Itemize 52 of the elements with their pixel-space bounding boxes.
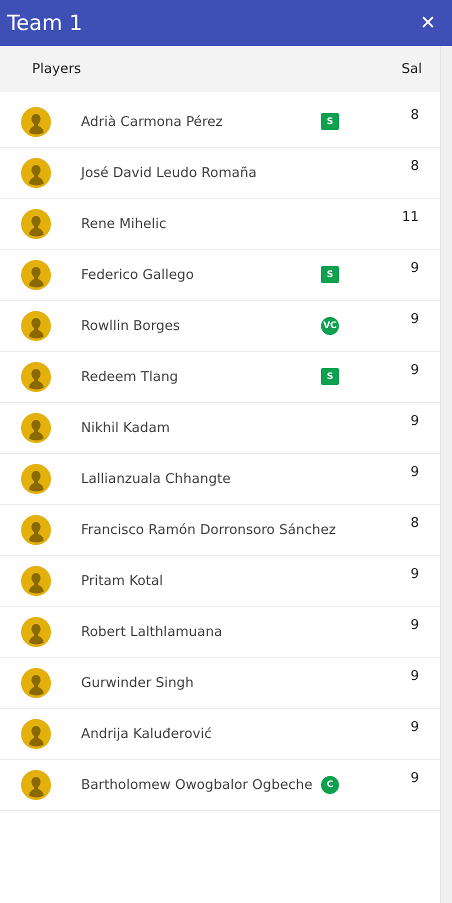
captain-badge: C [321,776,339,794]
player-name: Redeem Tlang [81,369,178,385]
player-name: Rene Mihelic [81,216,166,232]
salary-value: 9 [410,311,420,327]
avatar-icon [21,770,51,800]
avatar-icon [21,209,51,239]
salary-value: 8 [410,515,420,531]
player-name: Nikhil Kadam [81,420,170,436]
player-name: Andrija Kaluđerović [81,726,212,742]
column-label: Sal [401,61,422,77]
player-name: Pritam Kotal [81,573,163,589]
avatar-icon [21,566,51,596]
window-title: Team 1 [7,11,83,35]
salary-value: 8 [410,158,420,174]
close-button[interactable]: ✕ [420,11,436,35]
salary-value: 9 [410,413,420,429]
player-name: Francisco Ramón Dorronsoro Sánchez [81,522,336,538]
salary-value: 9 [410,668,420,684]
avatar-icon [21,107,51,137]
salary-value: 9 [410,566,420,582]
salary-value: 9 [410,464,420,480]
player-name: Bartholomew Owogbalor Ogbeche [81,777,313,793]
salary-value: 9 [410,617,420,633]
salary-value: 9 [410,770,420,786]
player-name: Robert Lalthlamuana [81,624,222,640]
role-badge: S [321,368,339,385]
player-name: José David Leudo Romaña [81,165,257,181]
avatar-icon [21,719,51,749]
role-badge: S [321,266,339,283]
avatar-icon [21,413,51,443]
avatar-icon [21,668,51,698]
avatar-icon [21,515,51,545]
role-badge: S [321,113,339,130]
avatar-icon [21,617,51,647]
avatar-icon [21,311,51,341]
player-name: Rowllin Borges [81,318,180,334]
avatar-icon [21,260,51,290]
player-name: Lallianzuala Chhangte [81,471,231,487]
player-name: Gurwinder Singh [81,675,194,691]
player-name: Federico Gallego [81,267,194,283]
salary-value: 9 [410,260,420,276]
captain-badge: VC [321,317,339,335]
avatar-icon [21,362,51,392]
salary-value: 9 [410,719,420,735]
column-label: Players [32,61,82,77]
avatar-icon [21,464,51,494]
salary-value: 9 [410,362,420,378]
salary-value: 8 [410,107,420,123]
scrollbar[interactable] [440,46,452,903]
avatar-icon [21,158,51,188]
salary-value: 11 [402,209,420,225]
player-name: Adrià Carmona Pérez [81,114,223,130]
